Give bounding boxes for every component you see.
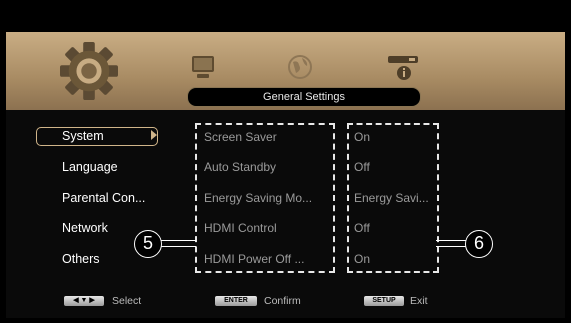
option-screen-saver[interactable]: Screen Saver [204, 130, 277, 144]
value-auto-standby[interactable]: Off [354, 160, 370, 174]
callout-6-leader [436, 240, 466, 247]
sidebar-item-network[interactable]: Network [62, 221, 108, 235]
option-energy-saving-mode[interactable]: Energy Saving Mo... [204, 191, 312, 205]
globe-icon[interactable] [285, 52, 315, 80]
sidebar-item-others[interactable]: Others [62, 252, 100, 266]
sidebar-item-system[interactable]: System [62, 129, 104, 143]
value-hdmi-power-off[interactable]: On [354, 252, 370, 266]
select-hint: Select [112, 295, 142, 307]
option-auto-standby[interactable]: Auto Standby [204, 160, 276, 174]
sidebar-item-parental-control[interactable]: Parental Con... [62, 191, 145, 205]
option-hdmi-control[interactable]: HDMI Control [204, 221, 277, 235]
monitor-icon[interactable] [191, 54, 215, 80]
arrow-keys-icon: ◀ ▼ ▶ [64, 296, 104, 306]
confirm-hint: Confirm [264, 295, 301, 307]
option-hdmi-power-off[interactable]: HDMI Power Off ... [204, 252, 304, 266]
value-screen-saver[interactable]: On [354, 130, 370, 144]
callout-5: 5 [134, 230, 162, 258]
callout-5-leader [160, 240, 196, 247]
router-info-icon[interactable] [386, 54, 420, 82]
gear-icon[interactable] [60, 42, 118, 100]
value-energy-saving-mode[interactable]: Energy Savi... [354, 191, 429, 205]
enter-key-icon: ENTER [215, 296, 257, 306]
callout-6: 6 [465, 230, 493, 258]
setup-key-icon: SETUP [364, 296, 404, 306]
exit-hint: Exit [410, 295, 428, 307]
value-hdmi-control[interactable]: Off [354, 221, 370, 235]
page-title: General Settings [187, 87, 421, 107]
sidebar-item-language[interactable]: Language [62, 160, 118, 174]
chevron-right-icon [151, 130, 157, 140]
